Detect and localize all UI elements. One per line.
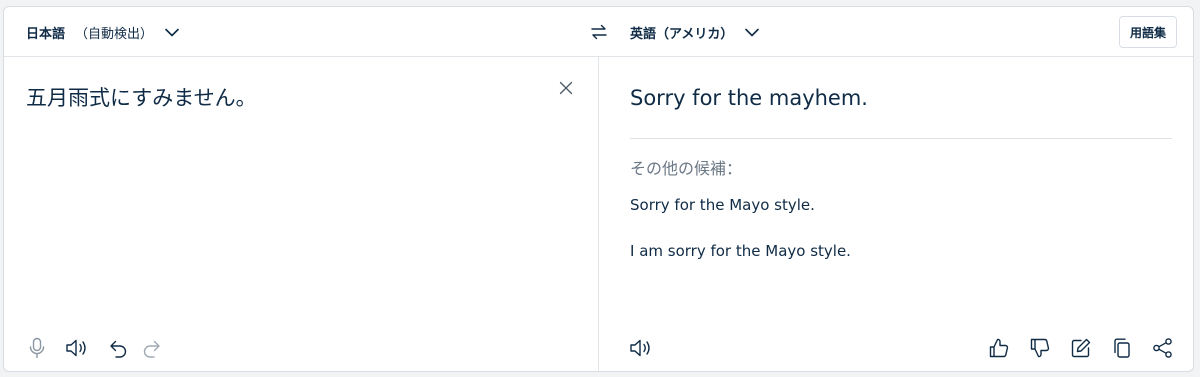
thumbs-down-icon[interactable]: [1028, 336, 1052, 360]
close-icon[interactable]: [557, 79, 575, 97]
share-icon[interactable]: [1151, 336, 1175, 360]
alternatives-label: その他の候補：: [630, 159, 743, 178]
glossary-button[interactable]: 用語集: [1118, 16, 1177, 48]
translator-card: 日本語 （自動検出） 英語（アメリカ） 用語集 五月雨式にすみません。 Sorr…: [3, 6, 1194, 372]
microphone-icon[interactable]: [25, 336, 49, 360]
chevron-down-icon: [745, 28, 760, 37]
thumbs-up-icon[interactable]: [987, 336, 1011, 360]
alternatives-separator: [630, 138, 1172, 139]
copy-icon[interactable]: [1110, 336, 1134, 360]
speaker-icon[interactable]: [65, 336, 89, 360]
undo-icon[interactable]: [106, 336, 130, 360]
detect-language-label: （自動検出）: [75, 26, 154, 42]
speaker-icon[interactable]: [629, 336, 653, 360]
source-text-input[interactable]: 五月雨式にすみません。: [26, 83, 546, 113]
target-language-select[interactable]: 英語（アメリカ）: [630, 7, 760, 57]
language-bar: 日本語 （自動検出） 英語（アメリカ） 用語集: [4, 7, 1193, 57]
chevron-down-icon: [165, 28, 179, 37]
redo-icon[interactable]: [140, 336, 164, 360]
alternative-item[interactable]: I am sorry for the Mayo style.: [630, 242, 851, 260]
edit-icon[interactable]: [1069, 336, 1093, 360]
source-language-label: 日本語: [26, 26, 66, 42]
panel-divider: [598, 57, 599, 371]
swap-languages-icon[interactable]: [588, 21, 610, 43]
target-language-label: 英語（アメリカ）: [630, 26, 734, 42]
alternative-item[interactable]: Sorry for the Mayo style.: [630, 196, 815, 214]
source-language-select[interactable]: 日本語 （自動検出）: [26, 7, 179, 57]
translation-output: Sorry for the mayhem.: [630, 86, 868, 110]
